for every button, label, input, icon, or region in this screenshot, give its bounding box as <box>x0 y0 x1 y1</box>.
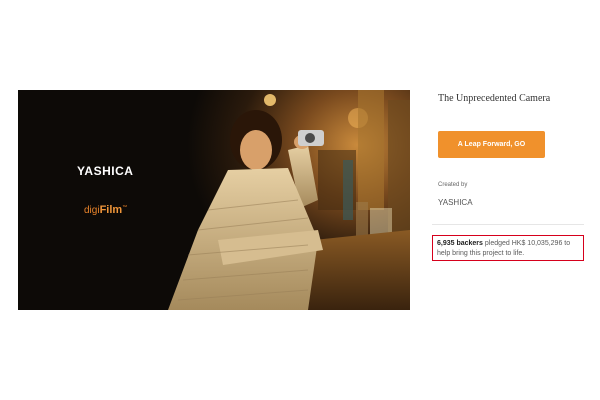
hero-brand-logo: YASHICA <box>77 164 134 178</box>
created-by-label: Created by <box>438 182 468 188</box>
campaign-title: The Unprecedented Camera <box>438 93 551 104</box>
funding-summary-highlight: 6,935 backers pledged HK$ 10,035,296 to … <box>432 235 584 261</box>
campaign-page: YASHICA digiFilm™ The Unprecedented Came… <box>0 0 600 400</box>
hero-photo <box>18 90 410 310</box>
creator-name-link[interactable]: YASHICA <box>438 198 473 207</box>
section-divider <box>432 224 584 225</box>
product-prefix: digi <box>84 205 100 216</box>
pledged-amount-text: pledged HK$ 10,035,296 to <box>484 240 571 247</box>
hero-product-logo: digiFilm™ <box>84 204 127 216</box>
pledge-purpose-text: help bring this project to life. <box>437 250 525 257</box>
backers-count: 6,935 backers <box>437 240 483 247</box>
campaign-hero-image[interactable] <box>18 90 410 310</box>
product-name: Film <box>99 204 123 216</box>
trademark-symbol: ™ <box>122 204 128 211</box>
back-project-button[interactable]: A Leap Forward, GO <box>438 131 545 158</box>
